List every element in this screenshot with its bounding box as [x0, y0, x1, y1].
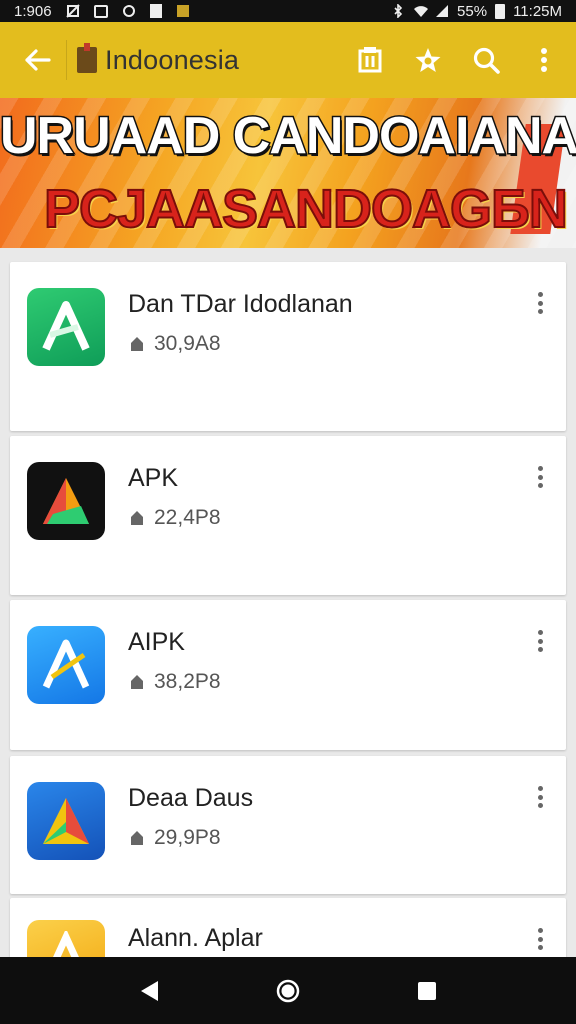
status-time-right: 11:25M: [513, 2, 562, 20]
system-nav-bar: [0, 957, 576, 1024]
star-icon: [415, 48, 441, 72]
nav-recents-button[interactable]: [402, 966, 452, 1016]
app-icon: [27, 782, 105, 860]
logo-a-icon: [43, 798, 89, 844]
back-button[interactable]: [14, 37, 60, 83]
app-meta: 38,2P8: [128, 670, 221, 694]
page-title: Indoonesia: [105, 44, 240, 75]
sync-icon: [122, 4, 136, 18]
arrow-left-icon: [25, 49, 51, 71]
download-count: 22,4P8: [154, 506, 221, 529]
more-vert-icon[interactable]: [528, 782, 552, 812]
circle-home-icon: [276, 979, 300, 1002]
download-count: 30,9A8: [154, 332, 221, 355]
app-name: Deaa Daus: [128, 784, 254, 812]
list-item[interactable]: APK 22,4P8: [10, 436, 566, 595]
app-notification-icon: [176, 4, 190, 18]
battery-percent: 55%: [457, 2, 488, 20]
app-meta: 22,4P8: [128, 506, 221, 530]
download-count: 29,9P8: [154, 826, 221, 849]
app-meta: 29,9P8: [128, 826, 221, 850]
image-notification-icon: [93, 4, 108, 18]
app-icon: [27, 920, 105, 957]
library-button[interactable]: [352, 42, 388, 78]
app-icon: [27, 626, 105, 704]
more-vert-icon: [541, 48, 547, 72]
bluetooth-icon: [391, 3, 405, 19]
promo-banner[interactable]: URUAAD CANDOAIANAN PCJAASANDOAGБN: [0, 98, 576, 248]
logo-a-icon: [42, 639, 90, 689]
download-icon: [131, 831, 143, 845]
app-icon: [27, 462, 105, 540]
app-list: Dan TDar Idodlanan 30,9A8 APK 22,4P8 AIP…: [0, 248, 576, 957]
list-item[interactable]: AIPK 38,2P8: [10, 600, 566, 750]
app-icon: [27, 288, 105, 366]
favorite-button[interactable]: [410, 42, 446, 78]
app-bar-actions: [352, 42, 562, 78]
download-count: 38,2P8: [154, 670, 221, 693]
app-name: Alann. Aplar: [128, 924, 263, 952]
nav-back-button[interactable]: [124, 966, 174, 1016]
app-bar: Indoonesia: [0, 22, 576, 98]
download-icon: [131, 337, 143, 351]
app-bar-divider: [66, 40, 67, 80]
banner-subheadline: PCJAASANDOAGБN: [43, 178, 569, 240]
search-button[interactable]: [468, 42, 504, 78]
list-item[interactable]: Dan TDar Idodlanan 30,9A8: [10, 262, 566, 431]
logo-a-icon: [53, 931, 79, 957]
search-icon: [473, 47, 500, 74]
status-bar: 1:906 55% 11:25M: [0, 0, 576, 22]
app-name: AIPK: [128, 628, 185, 656]
app-name: APK: [128, 464, 179, 492]
app-name: Dan TDar Idodlanan: [128, 290, 353, 318]
app-title-group: Indoonesia: [77, 43, 240, 76]
square-recents-icon: [417, 981, 436, 1000]
logo-a-icon: [42, 301, 90, 351]
list-item[interactable]: Alann. Aplar: [10, 898, 566, 957]
nav-home-button[interactable]: [263, 966, 313, 1016]
download-icon: [131, 675, 143, 689]
triangle-back-icon: [141, 980, 159, 1001]
mute-icon: [65, 4, 80, 18]
wifi-icon: [413, 4, 429, 18]
sd-card-icon: [149, 4, 162, 18]
more-vert-icon[interactable]: [528, 924, 552, 954]
logo-a-icon: [43, 478, 89, 524]
list-item[interactable]: Deaa Daus 29,9P8: [10, 756, 566, 894]
signal-icon: [435, 4, 449, 18]
battery-icon: [495, 3, 506, 19]
store-bag-icon: [77, 43, 97, 73]
download-icon: [131, 511, 143, 525]
more-vert-icon[interactable]: [528, 288, 552, 318]
library-icon: [358, 47, 382, 73]
status-time-left: 1:906: [14, 2, 52, 20]
app-meta: 30,9A8: [128, 332, 221, 356]
more-vert-icon[interactable]: [528, 462, 552, 492]
banner-headline: URUAAD CANDOAIANAN: [0, 106, 576, 167]
more-vert-icon[interactable]: [528, 626, 552, 656]
overflow-menu-button[interactable]: [526, 42, 562, 78]
